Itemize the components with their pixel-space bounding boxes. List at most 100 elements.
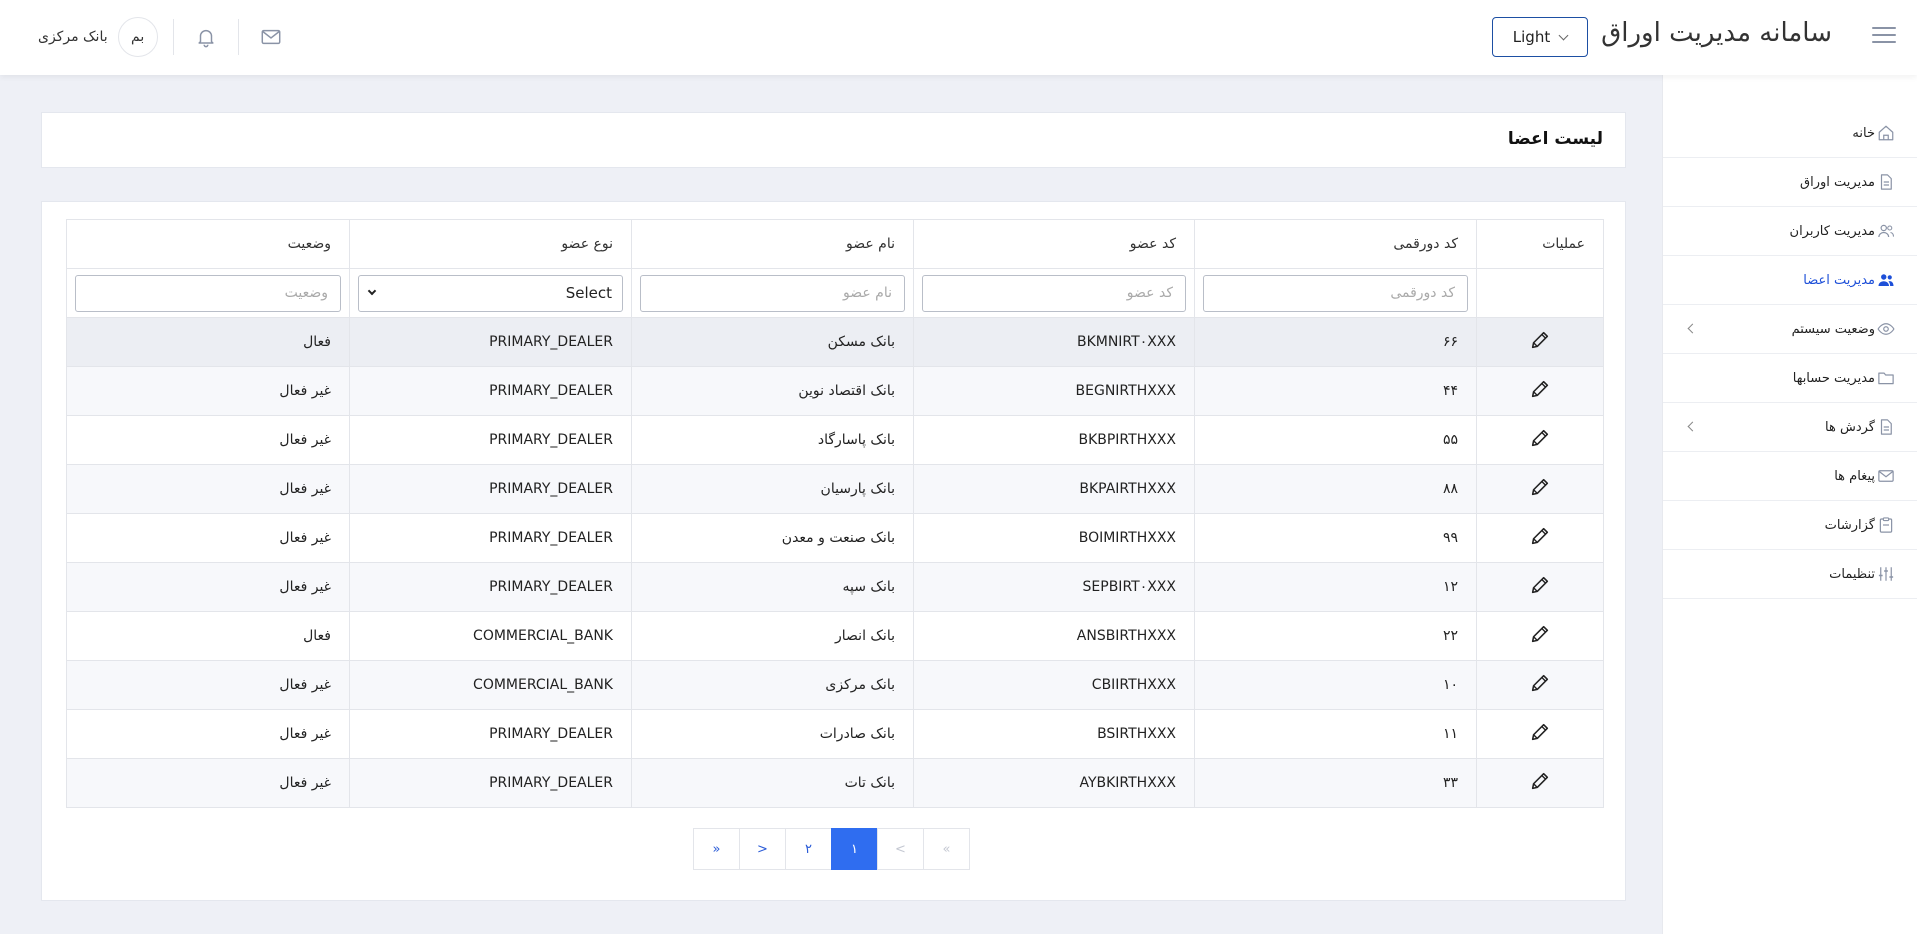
member-name-cell: بانک صنعت و معدن [631,513,914,563]
status-cell: غیر فعال [66,562,350,612]
table-row[interactable]: ۳۳ AYBKIRTHXXX بانک تات PRIMARY_DEALER غ… [66,758,1604,808]
mail-icon[interactable] [260,26,282,48]
operations-cell [1476,415,1604,465]
table-row[interactable]: ۱۲ SEPBIRT۰XXX بانک سپه PRIMARY_DEALER غ… [66,562,1604,612]
chevron-down-icon [367,286,377,296]
pagination-prev[interactable]: < [877,828,924,870]
sidebar-item-members[interactable]: مدیریت اعضا [1663,256,1917,305]
status-cell: غیر فعال [66,513,350,563]
user-menu[interactable]: بانک مرکزی بم [38,17,158,57]
sidebar-item-accounts[interactable]: مدیریت حسابها [1663,354,1917,403]
column-header-member-type[interactable]: نوع عضو [349,219,632,269]
member-code-cell: ANSBIRTHXXX [913,611,1195,661]
operations-cell [1476,464,1604,514]
column-header-operations: عملیات [1476,219,1604,269]
status-cell: غیر فعال [66,366,350,416]
column-header-member-name[interactable]: نام عضو [631,219,914,269]
column-header-member-code[interactable]: کد عضو [913,219,1195,269]
filter-cell-empty [1476,268,1604,318]
edit-pencil-icon[interactable] [1529,329,1551,351]
member-type-cell: COMMERCIAL_BANK [349,660,632,710]
code4-cell: ۱۰ [1194,660,1477,710]
members-icon [1878,274,1894,286]
member-name-cell: بانک سپه [631,562,914,612]
pagination-last[interactable]: » [693,828,740,870]
member-name-cell: بانک پاسارگاد [631,415,914,465]
member-code-cell: BKMNIRT۰XXX [913,317,1195,367]
member-code-filter-input[interactable] [922,274,1186,312]
member-name-cell: بانک مرکزی [631,660,914,710]
sidebar-item-settings[interactable]: تنظیمات [1663,550,1917,599]
table-row[interactable]: ۶۶ BKMNIRT۰XXX بانک مسکن PRIMARY_DEALER … [66,317,1604,367]
operations-cell [1476,562,1604,612]
column-header-status[interactable]: وضعیت [66,219,350,269]
chevron-left-icon [1687,323,1698,334]
member-name-cell: بانک صادرات [631,709,914,759]
table-row[interactable]: ۱۰ CBIIRTHXXX بانک مرکزی COMMERCIAL_BANK… [66,660,1604,710]
pagination-next[interactable]: > [739,828,786,870]
theme-select-value: Light [1512,28,1551,46]
member-type-cell: PRIMARY_DEALER [349,709,632,759]
table-row[interactable]: ۸۸ BKPAIRTHXXX بانک پارسیان PRIMARY_DEAL… [66,464,1604,514]
member-type-filter-select[interactable]: Select [358,274,623,312]
sidebar-item-label: خانه [1852,125,1875,141]
code4-cell: ۴۴ [1194,366,1477,416]
edit-pencil-icon[interactable] [1529,427,1551,449]
member-type-cell: PRIMARY_DEALER [349,366,632,416]
page-title-card: لیست اعضا [41,112,1626,168]
member-type-cell: PRIMARY_DEALER [349,317,632,367]
bell-icon[interactable] [195,26,217,48]
edit-pencil-icon[interactable] [1529,721,1551,743]
operations-cell [1476,611,1604,661]
status-cell: غیر فعال [66,415,350,465]
sidebar-item-label: گردش ها [1825,419,1875,435]
member-code-cell: AYBKIRTHXXX [913,758,1195,808]
clipboard-icon [1879,517,1893,533]
edit-pencil-icon[interactable] [1529,525,1551,547]
table-row[interactable]: ۹۹ BOIMIRTHXXX بانک صنعت و معدن PRIMARY_… [66,513,1604,563]
table-row[interactable]: ۱۱ BSIRTHXXX بانک صادرات PRIMARY_DEALER … [66,709,1604,759]
edit-pencil-icon[interactable] [1529,672,1551,694]
status-cell: غیر فعال [66,464,350,514]
edit-pencil-icon[interactable] [1529,476,1551,498]
edit-pencil-icon[interactable] [1529,623,1551,645]
sidebar-item-home[interactable]: خانه [1663,109,1917,158]
menu-toggle-icon[interactable] [1872,27,1896,47]
sidebar-item-users[interactable]: مدیریت کاربران [1663,207,1917,256]
member-code-cell: CBIIRTHXXX [913,660,1195,710]
member-code-cell: BSIRTHXXX [913,709,1195,759]
code4-cell: ۶۶ [1194,317,1477,367]
sidebar-item-turnovers[interactable]: گردش ها [1663,403,1917,452]
operations-cell [1476,317,1604,367]
edit-pencil-icon[interactable] [1529,378,1551,400]
edit-pencil-icon[interactable] [1529,574,1551,596]
sidebar-item-securities[interactable]: مدیریت اوراق [1663,158,1917,207]
sidebar-item-messages[interactable]: پیغام ها [1663,452,1917,501]
table-row[interactable]: ۴۴ BEGNIRTHXXX بانک اقتصاد نوین PRIMARY_… [66,366,1604,416]
table-row[interactable]: ۵۵ BKBPIRTHXXX بانک پاسارگاد PRIMARY_DEA… [66,415,1604,465]
column-header-code4[interactable]: کد دورقمی [1194,219,1477,269]
table-filter-row: Select [66,268,1604,318]
code4-cell: ۲۲ [1194,611,1477,661]
theme-select[interactable]: Light [1492,17,1588,57]
status-filter-input[interactable] [75,274,341,312]
filter-cell [66,268,350,318]
member-name-cell: بانک تات [631,758,914,808]
avatar[interactable]: بم [117,17,158,57]
status-cell: غیر فعال [66,709,350,759]
pagination-page-2[interactable]: ۲ [785,828,832,870]
member-name-filter-input[interactable] [640,274,905,312]
member-type-cell: PRIMARY_DEALER [349,562,632,612]
pagination-first[interactable]: « [923,828,970,870]
table-row[interactable]: ۲۲ ANSBIRTHXXX بانک انصار COMMERCIAL_BAN… [66,611,1604,661]
edit-pencil-icon[interactable] [1529,770,1551,792]
sidebar-item-system-status[interactable]: وضعیت سیستم [1663,305,1917,354]
filter-cell: Select [349,268,632,318]
sidebar-item-reports[interactable]: گزارشات [1663,501,1917,550]
code4-filter-input[interactable] [1203,274,1468,312]
table-header-row: عملیات کد دورقمی کد عضو نام عضو نوع عضو … [66,219,1604,269]
pagination-page-1[interactable]: ۱ [831,828,878,870]
sidebar-item-label: گزارشات [1824,517,1875,533]
operations-cell [1476,709,1604,759]
sidebar-item-label: مدیریت حسابها [1792,370,1875,386]
